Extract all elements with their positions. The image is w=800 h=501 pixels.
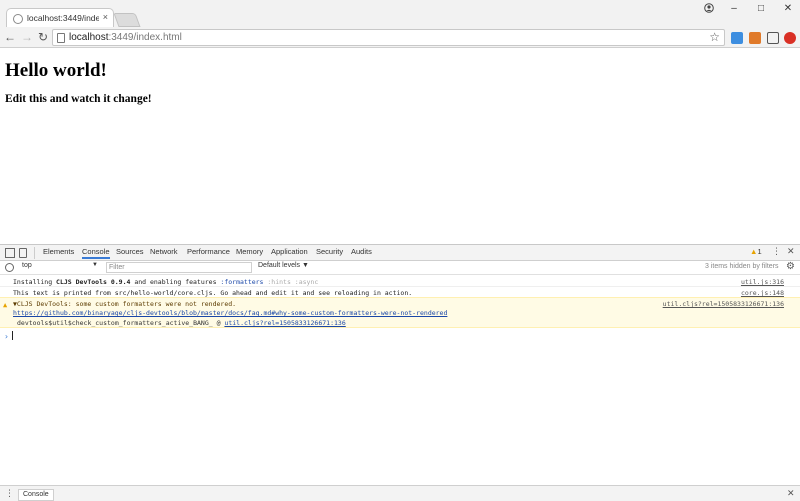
tab-memory[interactable]: Memory — [236, 247, 263, 256]
browser-toolbar: ← → ↻ localhost:3449/index.html ☆ — [0, 27, 800, 48]
tab-console[interactable]: Console — [82, 247, 110, 259]
devtools-menu-icon[interactable]: ⋮ — [772, 246, 781, 257]
divider — [34, 247, 35, 259]
page-info-icon[interactable] — [57, 33, 65, 43]
devtools-tabbar: Elements Console Sources Network Perform… — [0, 245, 800, 261]
browser-tab[interactable]: localhost:3449/index.ht × — [6, 8, 114, 28]
console-filter-input[interactable]: Filter — [106, 262, 252, 273]
tab-elements[interactable]: Elements — [43, 247, 74, 256]
tab-title: localhost:3449/index.ht — [27, 13, 99, 23]
url-text: localhost:3449/index.html — [69, 32, 182, 43]
message-text-part: Installing — [13, 278, 57, 286]
tab-network[interactable]: Network — [150, 247, 178, 256]
message-text: Installing CLJS DevTools 0.9.4 and enabl… — [13, 278, 318, 286]
reload-button[interactable]: ↻ — [36, 30, 50, 44]
page-heading: Hello world! — [5, 60, 107, 81]
message-source-link[interactable]: core.js:148 — [741, 289, 784, 297]
page-content: Hello world! Edit this and watch it chan… — [0, 49, 800, 244]
url-path: :3449/index.html — [108, 32, 182, 43]
console-settings-icon[interactable]: ⚙ — [786, 261, 795, 272]
tab-security[interactable]: Security — [316, 247, 343, 256]
feature-keyword-dim: :hints :async — [263, 278, 319, 286]
loading-icon — [13, 14, 23, 24]
warning-counter[interactable]: ▲1 — [750, 247, 762, 256]
feature-keyword: :formatters — [220, 278, 264, 286]
inspect-element-icon[interactable] — [5, 248, 15, 258]
drawer-menu-icon[interactable]: ⋮ — [5, 488, 14, 499]
extension-orange-icon[interactable] — [749, 32, 761, 44]
tab-close-icon[interactable]: × — [103, 12, 108, 22]
context-select[interactable]: top ▼ — [22, 262, 100, 273]
forward-button[interactable]: → — [20, 30, 34, 44]
stack-frame-fn: devtools$util$check_custom_formatters_ac… — [17, 319, 225, 327]
device-toolbar-icon[interactable] — [19, 248, 27, 258]
drawer-close-icon[interactable]: ✕ — [787, 488, 795, 499]
clear-console-icon[interactable] — [5, 263, 14, 272]
extension-screenshot-icon[interactable] — [767, 32, 779, 44]
tab-strip: localhost:3449/index.ht × – □ ✕ — [0, 0, 800, 28]
dropdown-arrow-icon: ▼ — [92, 262, 98, 268]
console-message: Installing CLJS DevTools 0.9.4 and enabl… — [0, 277, 800, 287]
console-input[interactable] — [12, 331, 13, 340]
maximize-button[interactable]: □ — [752, 3, 770, 17]
drawer-tab-console[interactable]: Console — [18, 489, 54, 501]
stack-frame-link[interactable]: util.cljs?rel=1505833126671:136 — [224, 319, 345, 327]
context-value: top — [22, 262, 32, 269]
new-tab-button[interactable] — [113, 13, 141, 27]
message-text: This text is printed from src/hello-worl… — [13, 289, 413, 297]
console-filterbar: top ▼ Filter Default levels ▼ 3 items hi… — [0, 261, 800, 275]
console-warning: ▲ ▼CLJS DevTools: some custom formatters… — [0, 297, 800, 328]
hidden-items-count: 3 items hidden by filters — [705, 263, 779, 270]
stack-frame: devtools$util$check_custom_formatters_ac… — [17, 319, 346, 327]
tab-sources[interactable]: Sources — [116, 247, 144, 256]
tab-audits[interactable]: Audits — [351, 247, 372, 256]
tab-performance[interactable]: Performance — [187, 247, 230, 256]
minimize-button[interactable]: – — [725, 3, 743, 17]
bookmark-star-icon[interactable]: ☆ — [709, 30, 720, 44]
message-text-bold: CLJS DevTools 0.9.4 — [56, 278, 131, 286]
tab-application[interactable]: Application — [271, 247, 308, 256]
back-button[interactable]: ← — [3, 30, 17, 44]
console-prompt-icon: › — [4, 332, 9, 341]
warning-text[interactable]: ▼CLJS DevTools: some custom formatters w… — [13, 300, 236, 308]
page-subheading: Edit this and watch it change! — [5, 93, 152, 105]
log-levels-select[interactable]: Default levels ▼ — [258, 262, 309, 269]
close-window-button[interactable]: ✕ — [779, 3, 797, 17]
message-source-link[interactable]: util.cljs?rel=1505833126671:136 — [663, 300, 784, 308]
devtools-panel: Elements Console Sources Network Perform… — [0, 244, 800, 501]
url-host: localhost — [69, 32, 109, 43]
devtools-drawer: ⋮ Console ✕ — [0, 485, 800, 501]
extension-blue-icon[interactable] — [731, 32, 743, 44]
devtools-close-icon[interactable]: ✕ — [787, 246, 795, 257]
warning-url-link[interactable]: https://github.com/binaryage/cljs-devtoo… — [13, 309, 447, 317]
warning-icon: ▲ — [3, 301, 8, 309]
address-bar[interactable]: localhost:3449/index.html ☆ — [52, 29, 725, 46]
extension-red-icon[interactable] — [784, 32, 796, 44]
message-text-part: and enabling features — [130, 278, 221, 286]
profile-icon[interactable] — [704, 3, 714, 13]
message-source-link[interactable]: util.js:316 — [741, 278, 784, 286]
warning-count: 1 — [757, 247, 762, 256]
console-output: Installing CLJS DevTools 0.9.4 and enabl… — [0, 275, 800, 485]
